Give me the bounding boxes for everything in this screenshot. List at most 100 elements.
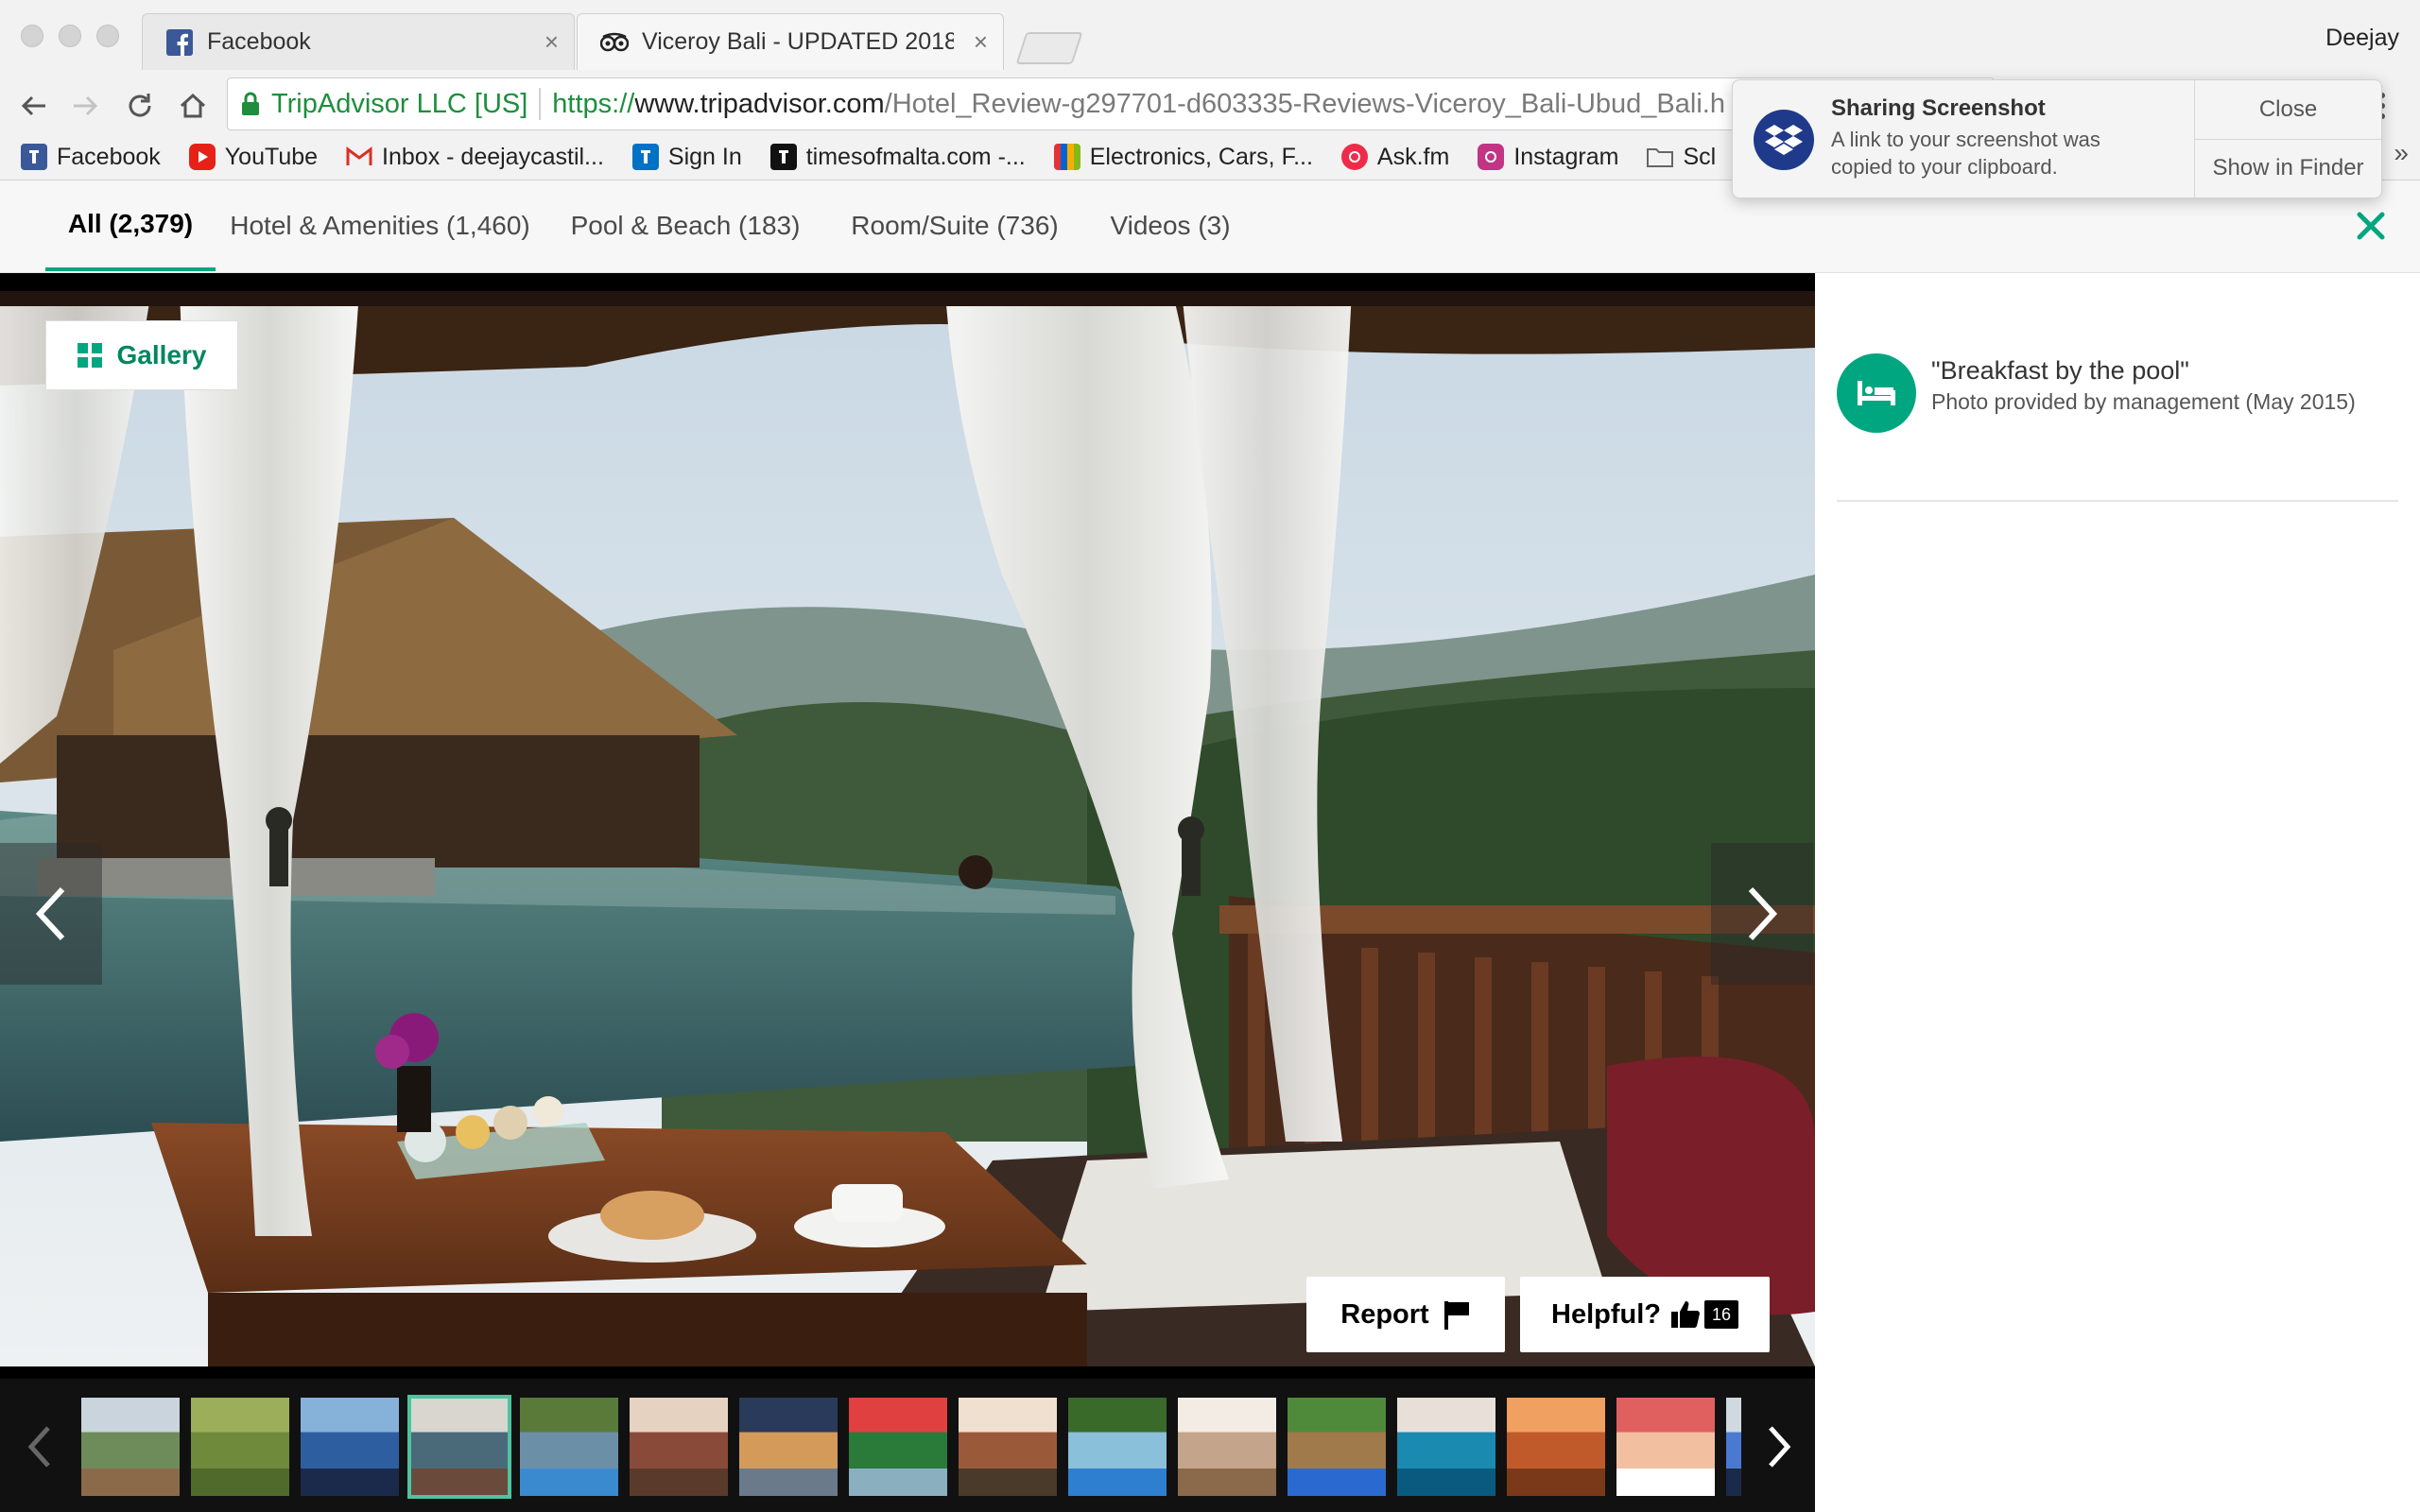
previous-photo-button[interactable] [0, 843, 102, 985]
bookmark-label: Inbox - deejaycastil... [382, 143, 604, 170]
photo-thumbnail[interactable] [739, 1398, 838, 1496]
back-button[interactable] [11, 83, 57, 129]
address-bar[interactable]: TripAdvisor LLC [US] https:// www.tripad… [227, 77, 1995, 130]
youtube-icon [188, 144, 216, 170]
gallery-button[interactable]: Gallery [45, 320, 238, 390]
photo-thumbnail[interactable] [81, 1398, 180, 1496]
bookmark-label: timesofmalta.com -... [805, 143, 1026, 170]
filter-tab[interactable]: Hotel & Amenities (1,460) [223, 180, 537, 271]
filter-tab[interactable]: Pool & Beach (183) [567, 180, 804, 271]
next-photo-button[interactable] [1711, 843, 1813, 985]
dropbox-icon [1754, 110, 1814, 170]
photo-thumbnail[interactable] [630, 1398, 728, 1496]
photo-details-panel: "Breakfast by the pool" Photo provided b… [1815, 273, 2420, 1512]
bookmark-label: Instagram [1513, 143, 1619, 170]
outlook-icon [631, 144, 659, 170]
folder-icon [1647, 144, 1674, 170]
bookmark-item[interactable]: Sign In [631, 143, 742, 171]
chevron-right-icon [1769, 1426, 1791, 1468]
home-button[interactable] [170, 83, 216, 129]
report-label: Report [1340, 1298, 1429, 1330]
thumbnail-strip [0, 1379, 1815, 1512]
photo-caption-title: "Breakfast by the pool" [1931, 356, 2189, 385]
bookmark-item[interactable]: Inbox - deejaycastil... [346, 144, 604, 171]
window-zoom-button[interactable] [96, 25, 119, 47]
photo-thumbnail[interactable] [191, 1398, 289, 1496]
notification-actions: Close Show in Finder [2194, 80, 2381, 198]
bookmark-label: Facebook [57, 143, 161, 170]
bookmark-label: Scl [1683, 143, 1717, 170]
bookmark-item[interactable]: Facebook [21, 144, 161, 171]
facebook-icon [21, 144, 47, 170]
photo-thumbnail[interactable] [1068, 1398, 1167, 1496]
filter-tab[interactable]: Videos (3) [1095, 180, 1246, 271]
ev-certificate-name[interactable]: TripAdvisor LLC [US] [271, 89, 527, 120]
photo-thumbnail[interactable] [1178, 1398, 1276, 1496]
notification-text: Sharing Screenshot A link to your screen… [1831, 80, 2194, 198]
bookmark-item[interactable]: timesofmalta.com -... [769, 143, 1026, 171]
url-path: /Hotel_Review-g297701-d603335-Reviews-Vi… [884, 88, 1725, 119]
photo-thumbnail[interactable] [1507, 1398, 1605, 1496]
reload-button[interactable] [117, 83, 163, 129]
address-divider [539, 88, 542, 120]
sharing-notification: Sharing Screenshot A link to your screen… [1732, 79, 2382, 198]
tab-viceroy-bali[interactable]: Viceroy Bali - UPDATED 2018 P × [577, 13, 1004, 70]
askfm-icon [1340, 144, 1368, 170]
notification-close-button[interactable]: Close [2195, 80, 2381, 139]
bookmarks-overflow-button[interactable]: » [2394, 138, 2409, 168]
close-viewer-button[interactable] [2352, 207, 2390, 245]
instagram-icon [1478, 144, 1505, 170]
gallery-label: Gallery [116, 340, 207, 369]
thumbnails-previous-button[interactable] [11, 1398, 68, 1496]
window-minimize-button[interactable] [59, 25, 81, 47]
ebay-icon [1053, 144, 1080, 170]
url-scheme: https:// [552, 88, 635, 119]
photo-thumbnail[interactable] [959, 1398, 1057, 1496]
helpful-label: Helpful? [1551, 1298, 1661, 1330]
photo-thumbnail[interactable] [849, 1398, 947, 1496]
grid-icon [77, 343, 102, 368]
bookmark-item[interactable]: Instagram [1478, 144, 1618, 171]
bookmark-label: Sign In [667, 143, 742, 170]
close-icon[interactable]: × [544, 27, 559, 57]
new-tab-button[interactable] [1015, 32, 1083, 64]
filter-tab[interactable]: All (2,379) [45, 180, 216, 271]
forward-arrow-icon [74, 95, 98, 116]
report-button[interactable]: Report [1306, 1277, 1505, 1352]
close-icon [2357, 212, 2385, 240]
notification-title: Sharing Screenshot [1831, 95, 2046, 121]
notification-body: A link to your screenshot was copied to … [1831, 128, 2100, 179]
photo-thumbnail[interactable] [1616, 1398, 1715, 1496]
back-arrow-icon [21, 95, 45, 116]
bookmark-item[interactable]: Electronics, Cars, F... [1053, 144, 1313, 171]
window-close-button[interactable] [21, 25, 43, 47]
photo-thumbnail[interactable] [1726, 1398, 1741, 1496]
photo-thumbnail[interactable] [1288, 1398, 1386, 1496]
bookmark-label: Ask.fm [1376, 143, 1450, 170]
profile-name[interactable]: Deejay [2325, 25, 2399, 52]
helpful-button[interactable]: Helpful? 16 [1520, 1277, 1770, 1352]
chevron-right-icon [1748, 886, 1778, 941]
main-photo[interactable]: Gallery Report Helpful? 16 [0, 291, 1815, 1366]
photo-thumbnail[interactable] [301, 1398, 399, 1496]
photo-thumbnail[interactable] [520, 1398, 618, 1496]
bed-icon [1837, 353, 1916, 433]
thumbs-up-icon [1671, 1301, 1700, 1328]
bookmark-label: YouTube [224, 143, 319, 170]
chevron-left-icon [27, 1426, 50, 1468]
photo-thumbnail[interactable] [1397, 1398, 1495, 1496]
bookmark-item[interactable]: Ask.fm [1340, 143, 1450, 171]
photo-caption-subtitle: Photo provided by management (May 2015) [1931, 389, 2356, 414]
photo-viewer: Gallery Report Helpful? 16 [0, 273, 1815, 1512]
show-in-finder-button[interactable]: Show in Finder [2195, 138, 2381, 198]
filter-tab[interactable]: Room/Suite (736) [845, 180, 1064, 271]
tab-facebook[interactable]: Facebook × [142, 13, 575, 70]
photo-thumbnail[interactable] [407, 1395, 511, 1499]
timesofmalta-icon [769, 144, 797, 170]
thumbnails-next-button[interactable] [1751, 1398, 1807, 1496]
forward-button[interactable] [62, 83, 108, 129]
bookmark-item[interactable]: YouTube [188, 143, 319, 171]
main-photo-image [0, 291, 1815, 1366]
close-icon[interactable]: × [974, 27, 988, 57]
bookmark-item[interactable]: Scl [1647, 144, 1716, 171]
